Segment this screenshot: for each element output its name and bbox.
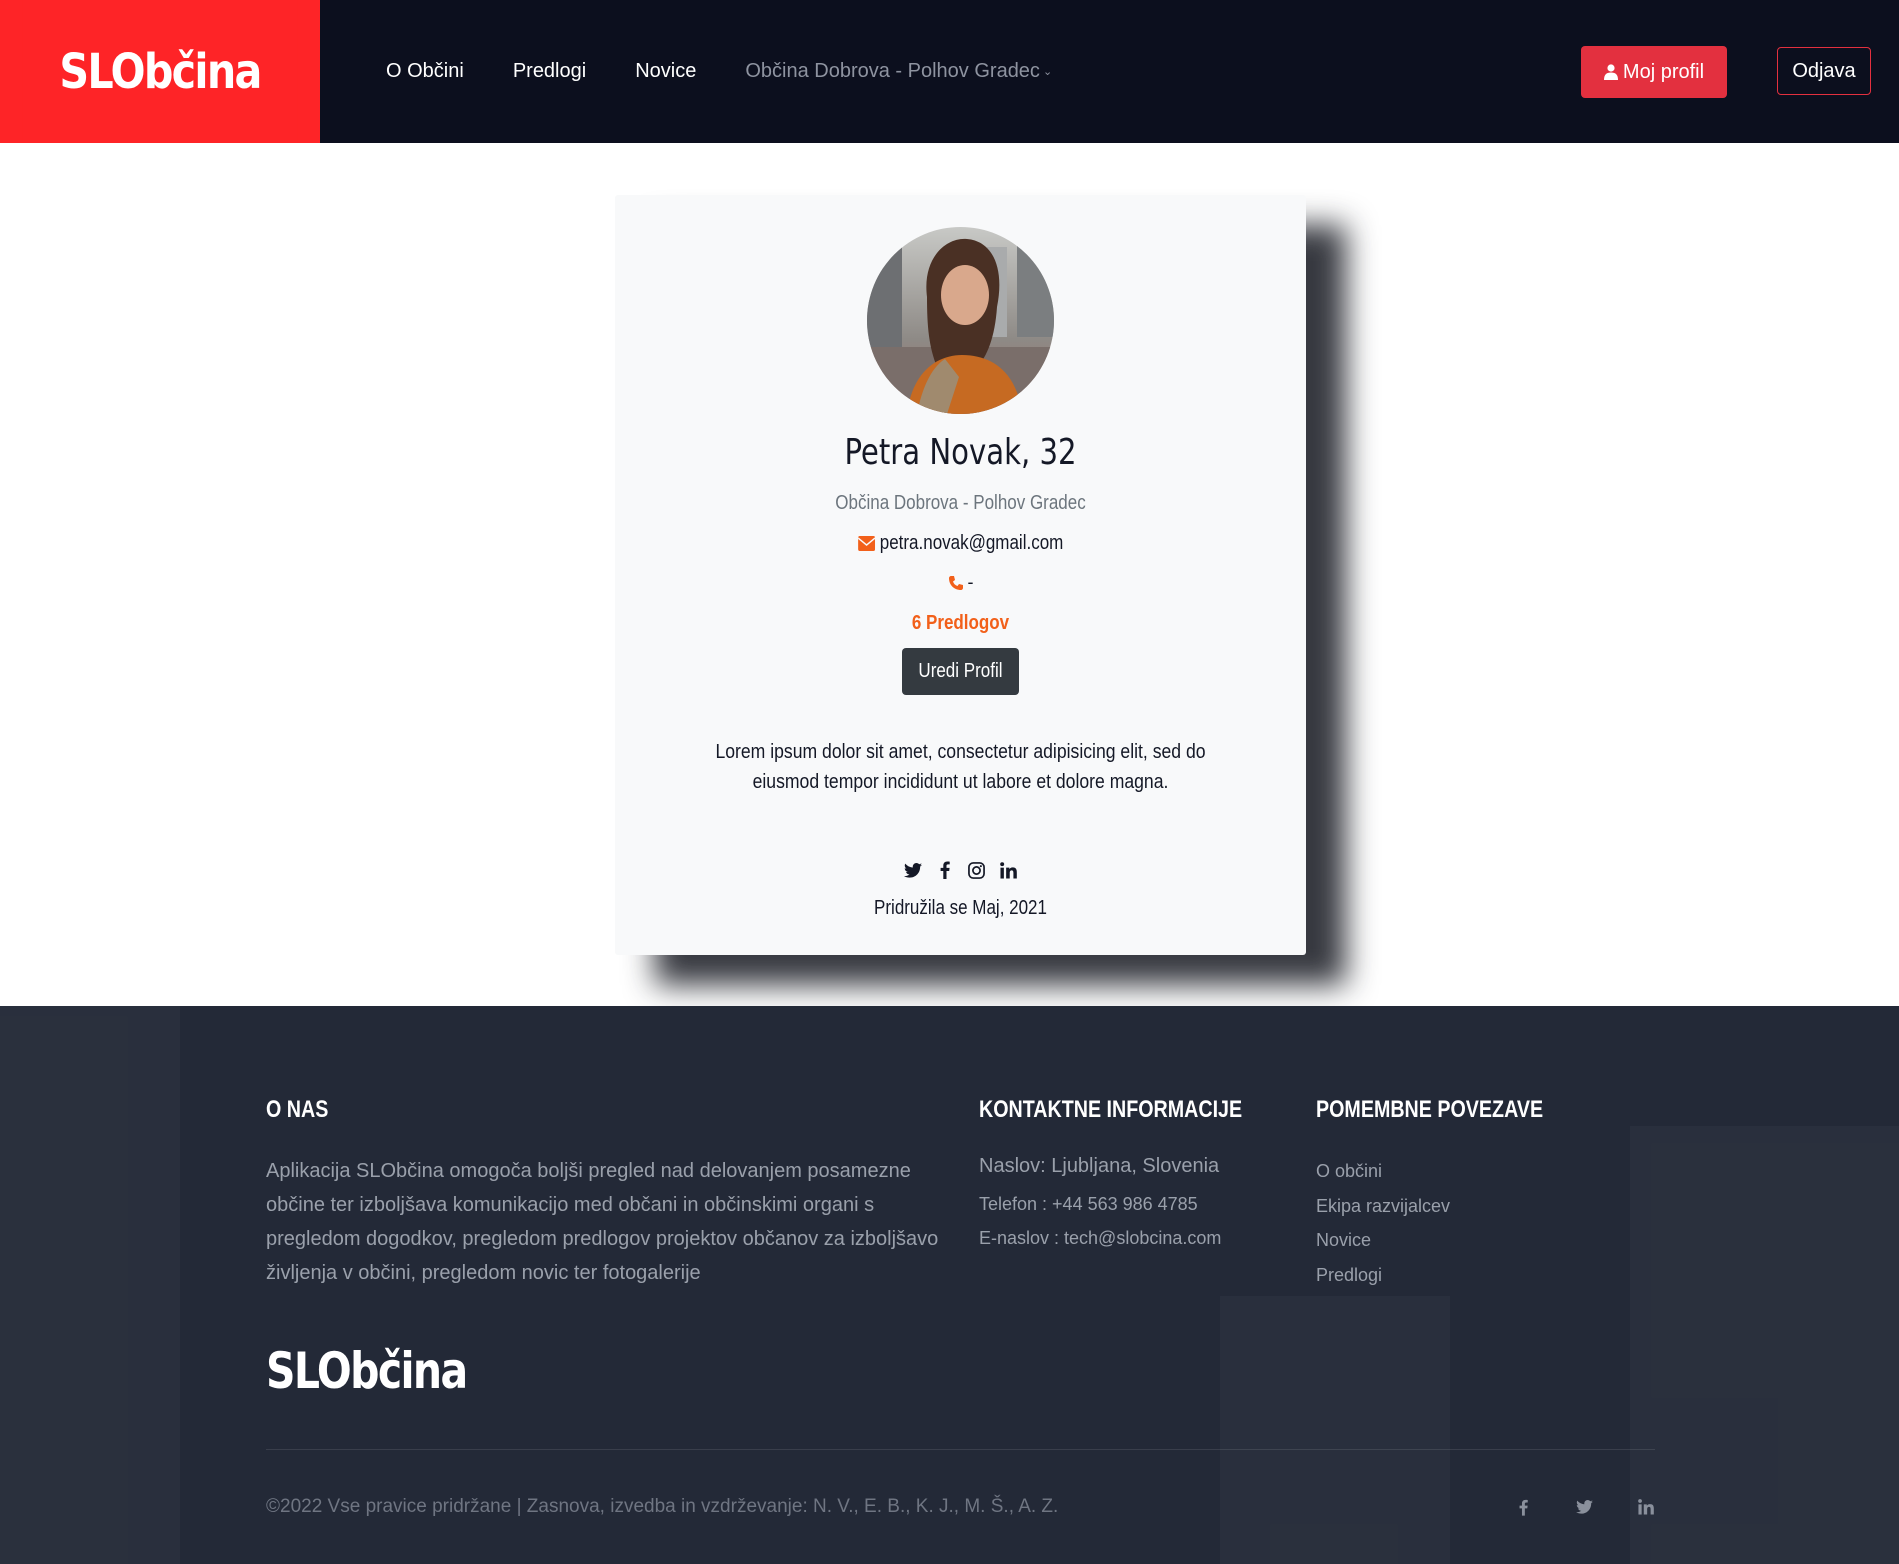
linkedin-icon[interactable] [998, 859, 1020, 881]
profile-name: Petra Novak, 32 [844, 432, 1077, 473]
profile-socials [615, 859, 1306, 881]
joined-date: Pridružila se Maj, 2021 [874, 897, 1047, 919]
footer-about-title: O NAS [266, 1096, 329, 1123]
profile-bio: Lorem ipsum dolor sit amet, consectetur … [715, 741, 1206, 793]
profile-email-text: petra.novak@gmail.com [879, 532, 1064, 554]
municipality-dropdown[interactable]: Občina Dobrova - Polhov Gradec ⌄ [745, 60, 1052, 83]
footer-links-title: POMEMBNE POVEZAVE [1316, 1096, 1544, 1123]
phone-icon [948, 575, 963, 590]
footer-divider [266, 1449, 1655, 1450]
linkedin-icon[interactable] [1635, 1496, 1657, 1518]
footer-phone: Telefon : +44 563 986 4785 [979, 1194, 1198, 1214]
profile-phone: - [615, 572, 1306, 593]
brand-logo[interactable]: SLObčina [22, 0, 298, 143]
footer-about-text: Aplikacija SLObčina omogoča boljši pregl… [266, 1160, 939, 1284]
user-icon [1603, 64, 1618, 80]
nav-o-obcini[interactable]: O Občini [386, 60, 464, 83]
navbar: SLObčina O Občini Predlogi Novice Občina… [0, 0, 1899, 143]
proposals-count[interactable]: 6 Predlogov [667, 612, 1254, 635]
edit-profile-button[interactable]: Uredi Profil [902, 648, 1019, 695]
footer: O NAS Aplikacija SLObčina omogoča boljši… [0, 1006, 1899, 1564]
footer-email[interactable]: E-naslov : tech@slobcina.com [979, 1228, 1221, 1249]
profile-phone-text: - [967, 572, 974, 592]
main-nav: O Občini Predlogi Novice Občina Dobrova … [386, 0, 1101, 143]
footer-link-ekipa[interactable]: Ekipa razvijalcev [1316, 1196, 1450, 1217]
nav-novice[interactable]: Novice [635, 60, 696, 83]
footer-bg-building [1220, 1296, 1450, 1564]
footer-link-predlogi[interactable]: Predlogi [1316, 1265, 1382, 1286]
envelope-icon [857, 536, 875, 551]
profile-municipality: Občina Dobrova - Polhov Gradec [835, 492, 1086, 514]
brand-logo-box[interactable]: SLObčina [0, 0, 320, 143]
twitter-icon[interactable] [1573, 1496, 1595, 1518]
facebook-icon[interactable] [934, 859, 956, 881]
profile-card: Petra Novak, 32 Občina Dobrova - Polhov … [615, 195, 1306, 955]
footer-link-novice[interactable]: Novice [1316, 1230, 1371, 1251]
avatar [867, 227, 1054, 414]
my-profile-label: Moj profil [1622, 60, 1705, 83]
footer-link-o-obcini[interactable]: O občini [1316, 1161, 1382, 1182]
facebook-icon[interactable] [1512, 1496, 1534, 1518]
instagram-icon[interactable] [966, 859, 988, 881]
twitter-icon[interactable] [902, 859, 924, 881]
footer-copyright: ©2022 Vse pravice pridržane | Zasnova, i… [266, 1496, 1059, 1517]
edit-profile-label: Uredi Profil [918, 660, 1003, 682]
footer-brand-logo[interactable]: SLObčina [266, 1342, 468, 1400]
footer-address: Naslov: Ljubljana, Slovenia [979, 1155, 1220, 1177]
footer-bg-building [1630, 1126, 1899, 1564]
my-profile-button[interactable]: Moj profil [1581, 46, 1727, 98]
chevron-down-icon: ⌄ [1042, 66, 1053, 79]
footer-contact-title: KONTAKTNE INFORMACIJE [979, 1096, 1243, 1123]
municipality-dropdown-label: Občina Dobrova - Polhov Gradec [745, 60, 1040, 82]
profile-email: petra.novak@gmail.com [667, 532, 1254, 555]
footer-bg-building [0, 1006, 180, 1564]
logout-button[interactable]: Odjava [1777, 47, 1871, 95]
nav-predlogi[interactable]: Predlogi [513, 60, 586, 83]
